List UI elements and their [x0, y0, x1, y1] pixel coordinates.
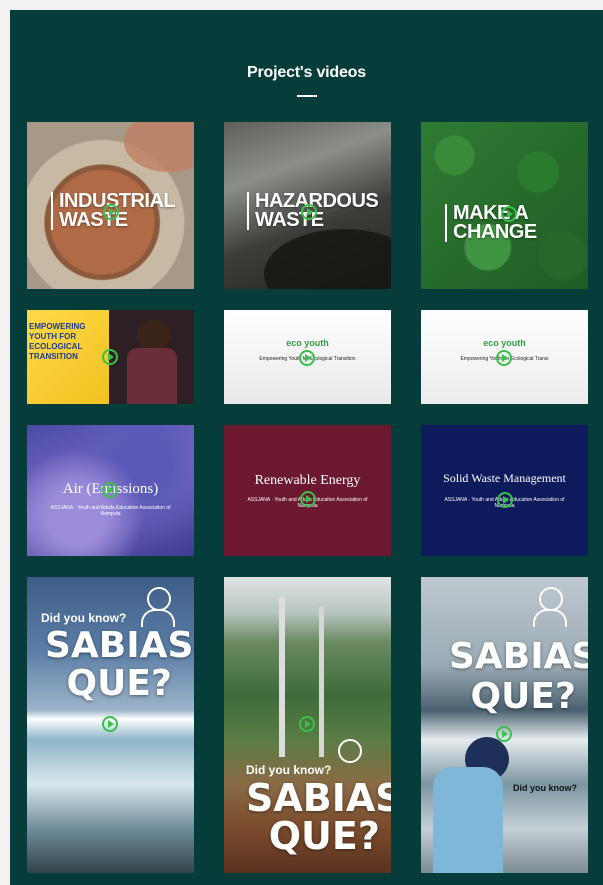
- section-title: Project's videos: [247, 64, 366, 81]
- org-caption: ASSJANA · Youth and Adults Education Ass…: [50, 505, 171, 517]
- videos-section: Project's videos INDUSTRIAL WASTE HAZARD…: [10, 10, 603, 885]
- did-you-know-text: Did you know?: [513, 783, 577, 793]
- play-icon[interactable]: [301, 204, 317, 220]
- dark-pit-shape: [264, 229, 391, 289]
- tank-shape: [124, 122, 194, 172]
- did-you-know-text: Did you know?: [41, 611, 127, 625]
- play-icon[interactable]: [497, 492, 513, 508]
- play-icon[interactable]: [300, 491, 316, 507]
- person-icon: [338, 739, 362, 763]
- play-icon[interactable]: [103, 204, 119, 220]
- video-card-solid-waste[interactable]: Solid Waste Management ASSJANA · Youth a…: [421, 425, 588, 556]
- play-icon[interactable]: [299, 350, 315, 366]
- play-icon[interactable]: [496, 350, 512, 366]
- banner-text: EMPOWERING YOUTH FOR ECOLOGICAL TRANSITI…: [29, 322, 86, 361]
- person-icon: [147, 587, 171, 611]
- video-title: Solid Waste Management: [443, 471, 566, 485]
- video-card-eco-youth-1[interactable]: eco youth Empowering Youth for Ecologica…: [224, 310, 391, 404]
- video-card-make-a-change[interactable]: MAKE A CHANGE: [421, 122, 588, 289]
- play-icon[interactable]: [102, 349, 118, 365]
- video-card-hazardous-waste[interactable]: HAZARDOUS WASTE: [224, 122, 391, 289]
- sabias-headline: SABIAS QUE?: [45, 625, 194, 704]
- person-icon: [539, 587, 563, 611]
- person-body-icon: [533, 609, 567, 627]
- child-shirt: [433, 767, 503, 873]
- video-card-empowering-youth-talk[interactable]: EMPOWERING YOUTH FOR ECOLOGICAL TRANSITI…: [27, 310, 194, 404]
- play-icon[interactable]: [102, 716, 118, 732]
- video-card-eco-youth-2[interactable]: eco youth Empowering Youth for Ecologica…: [421, 310, 588, 404]
- speaker-body: [127, 348, 177, 404]
- play-icon[interactable]: [501, 206, 517, 222]
- title-underline: [297, 95, 317, 97]
- eco-youth-logo: eco youth: [286, 338, 329, 348]
- sabias-headline: SABIAS QUE?: [246, 776, 391, 858]
- video-card-sabias-que-3[interactable]: SABIAS QUE? Did you know?: [421, 577, 588, 873]
- play-icon[interactable]: [496, 726, 512, 742]
- play-icon[interactable]: [299, 716, 315, 732]
- video-card-industrial-waste[interactable]: INDUSTRIAL WASTE: [27, 122, 194, 289]
- video-card-sabias-que-1[interactable]: Did you know? SABIAS QUE?: [27, 577, 194, 873]
- eco-youth-logo: eco youth: [483, 338, 526, 348]
- video-card-sabias-que-2[interactable]: Did you know? SABIAS QUE?: [224, 577, 391, 873]
- tree-trunk: [319, 607, 324, 757]
- sabias-headline: SABIAS QUE?: [449, 636, 588, 717]
- speaker-head: [137, 320, 171, 350]
- video-card-air-emissions[interactable]: Air (Emissions) ASSJANA · Youth and Adul…: [27, 425, 194, 556]
- video-title: Renewable Energy: [254, 473, 361, 488]
- video-title: MAKE A CHANGE: [445, 203, 537, 242]
- video-card-renewable-energy[interactable]: Renewable Energy ASSJANA · Youth and Adu…: [224, 425, 391, 556]
- did-you-know-text: Did you know?: [246, 763, 332, 777]
- tree-trunk: [279, 597, 285, 757]
- play-icon[interactable]: [102, 482, 118, 498]
